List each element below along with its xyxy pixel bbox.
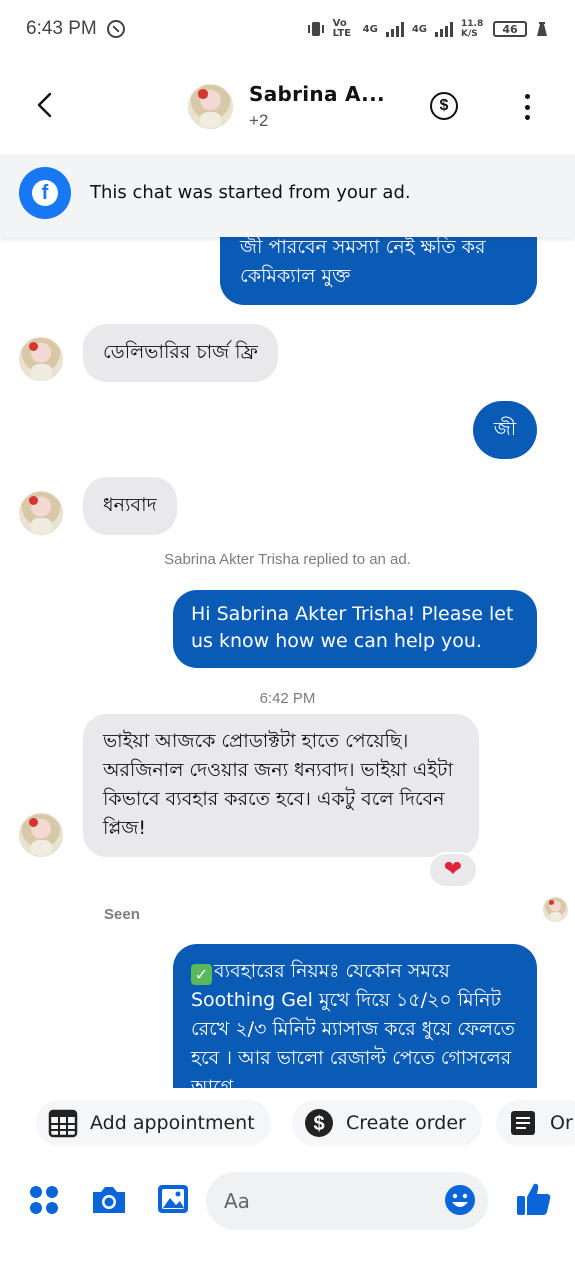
add-appointment-button[interactable]: Add appointment bbox=[36, 1100, 271, 1146]
contact-avatar[interactable] bbox=[188, 84, 233, 129]
message-bubble-outgoing[interactable]: জী পারবেন সমস্যা নেই ক্ষতি কর কেমিক্যাল … bbox=[220, 237, 537, 305]
message-bubble-incoming[interactable]: ভাইয়া আজকে প্রোডাক্টটা হাতে পেয়েছি। অর… bbox=[83, 714, 479, 857]
message-bubble-outgoing[interactable]: ✓ ব্যবহারের নিয়মঃ যেকোন সময়ে Soothing G… bbox=[173, 944, 537, 1088]
message-bubble-outgoing[interactable]: Hi Sabrina Akter Trisha! Please let us k… bbox=[173, 590, 537, 668]
back-arrow-icon[interactable] bbox=[30, 90, 60, 120]
more-actions-grid-icon[interactable] bbox=[28, 1184, 60, 1216]
gallery-icon[interactable] bbox=[156, 1182, 190, 1216]
participant-count: +2 bbox=[249, 111, 269, 130]
volte-label: Vo LTE bbox=[332, 18, 352, 39]
network-4g-label-1: 4G bbox=[362, 23, 378, 35]
status-indicators: Vo LTE 4G 4G 11.8 K/S 46 bbox=[307, 19, 549, 39]
message-input[interactable] bbox=[224, 1186, 424, 1216]
status-bar: 6:43 PM Vo LTE 4G 4G 11.8 K/S 46 bbox=[0, 0, 575, 58]
order-list-icon bbox=[511, 1111, 535, 1135]
contact-avatar-small bbox=[19, 491, 63, 535]
message-list[interactable]: জী পারবেন সমস্যা নেই ক্ষতি কর কেমিক্যাল … bbox=[0, 237, 575, 1088]
calendar-icon bbox=[48, 1109, 78, 1138]
signal-icon-1 bbox=[385, 21, 404, 37]
camera-icon[interactable] bbox=[90, 1184, 128, 1216]
dnd-icon bbox=[106, 20, 125, 38]
message-bubble-incoming[interactable]: ডেলিভারির চার্জ ফ্রি bbox=[83, 324, 278, 382]
svg-text:$: $ bbox=[313, 1113, 324, 1135]
data-speed: 11.8 K/S bbox=[461, 19, 484, 39]
battery-level: 46 bbox=[502, 22, 518, 36]
signal-icon-2 bbox=[435, 21, 453, 37]
message-composer bbox=[0, 1158, 575, 1246]
emoji-icon[interactable] bbox=[444, 1184, 476, 1216]
message-bubble-outgoing[interactable]: জী bbox=[473, 401, 537, 459]
payment-button[interactable]: $ bbox=[430, 92, 458, 120]
ad-origin-banner[interactable]: f This chat was started from your ad. bbox=[0, 154, 575, 237]
message-timestamp: 6:42 PM bbox=[259, 690, 316, 707]
quick-actions-bar: Add appointment $ Create order Or bbox=[0, 1092, 575, 1156]
alert-icon bbox=[537, 22, 547, 36]
create-order-label: Create order bbox=[346, 1112, 466, 1134]
status-time: 6:43 PM bbox=[26, 18, 97, 39]
contact-avatar-small bbox=[19, 337, 63, 381]
contact-avatar-small bbox=[19, 813, 63, 857]
seen-indicator: Seen bbox=[104, 906, 140, 923]
thumbs-up-icon[interactable] bbox=[514, 1180, 552, 1218]
dollar-icon: $ bbox=[305, 1109, 333, 1137]
contact-name[interactable]: Sabrina A... bbox=[249, 82, 385, 106]
read-receipt-avatar bbox=[543, 897, 568, 922]
message-bubble-incoming[interactable]: ধন্যবাদ bbox=[83, 477, 177, 535]
vibrate-icon bbox=[307, 22, 324, 36]
create-order-button[interactable]: $ Create order bbox=[292, 1100, 482, 1146]
battery-icon: 46 bbox=[493, 21, 527, 37]
message-input-field[interactable] bbox=[206, 1172, 488, 1230]
conversation-header: Sabrina A... +2 $ bbox=[0, 58, 575, 154]
orders-label: Or bbox=[550, 1112, 573, 1134]
orders-button[interactable]: Or bbox=[496, 1100, 575, 1146]
network-4g-label-2: 4G bbox=[411, 23, 427, 35]
check-mark-emoji-icon: ✓ bbox=[191, 964, 212, 985]
ad-reply-notice: Sabrina Akter Trisha replied to an ad. bbox=[164, 551, 411, 568]
add-appointment-label: Add appointment bbox=[90, 1112, 255, 1134]
facebook-logo-icon: f bbox=[19, 167, 71, 219]
ad-origin-text: This chat was started from your ad. bbox=[90, 182, 411, 203]
heart-reaction-icon[interactable]: ❤ bbox=[428, 852, 478, 888]
more-options-icon[interactable] bbox=[520, 94, 534, 120]
